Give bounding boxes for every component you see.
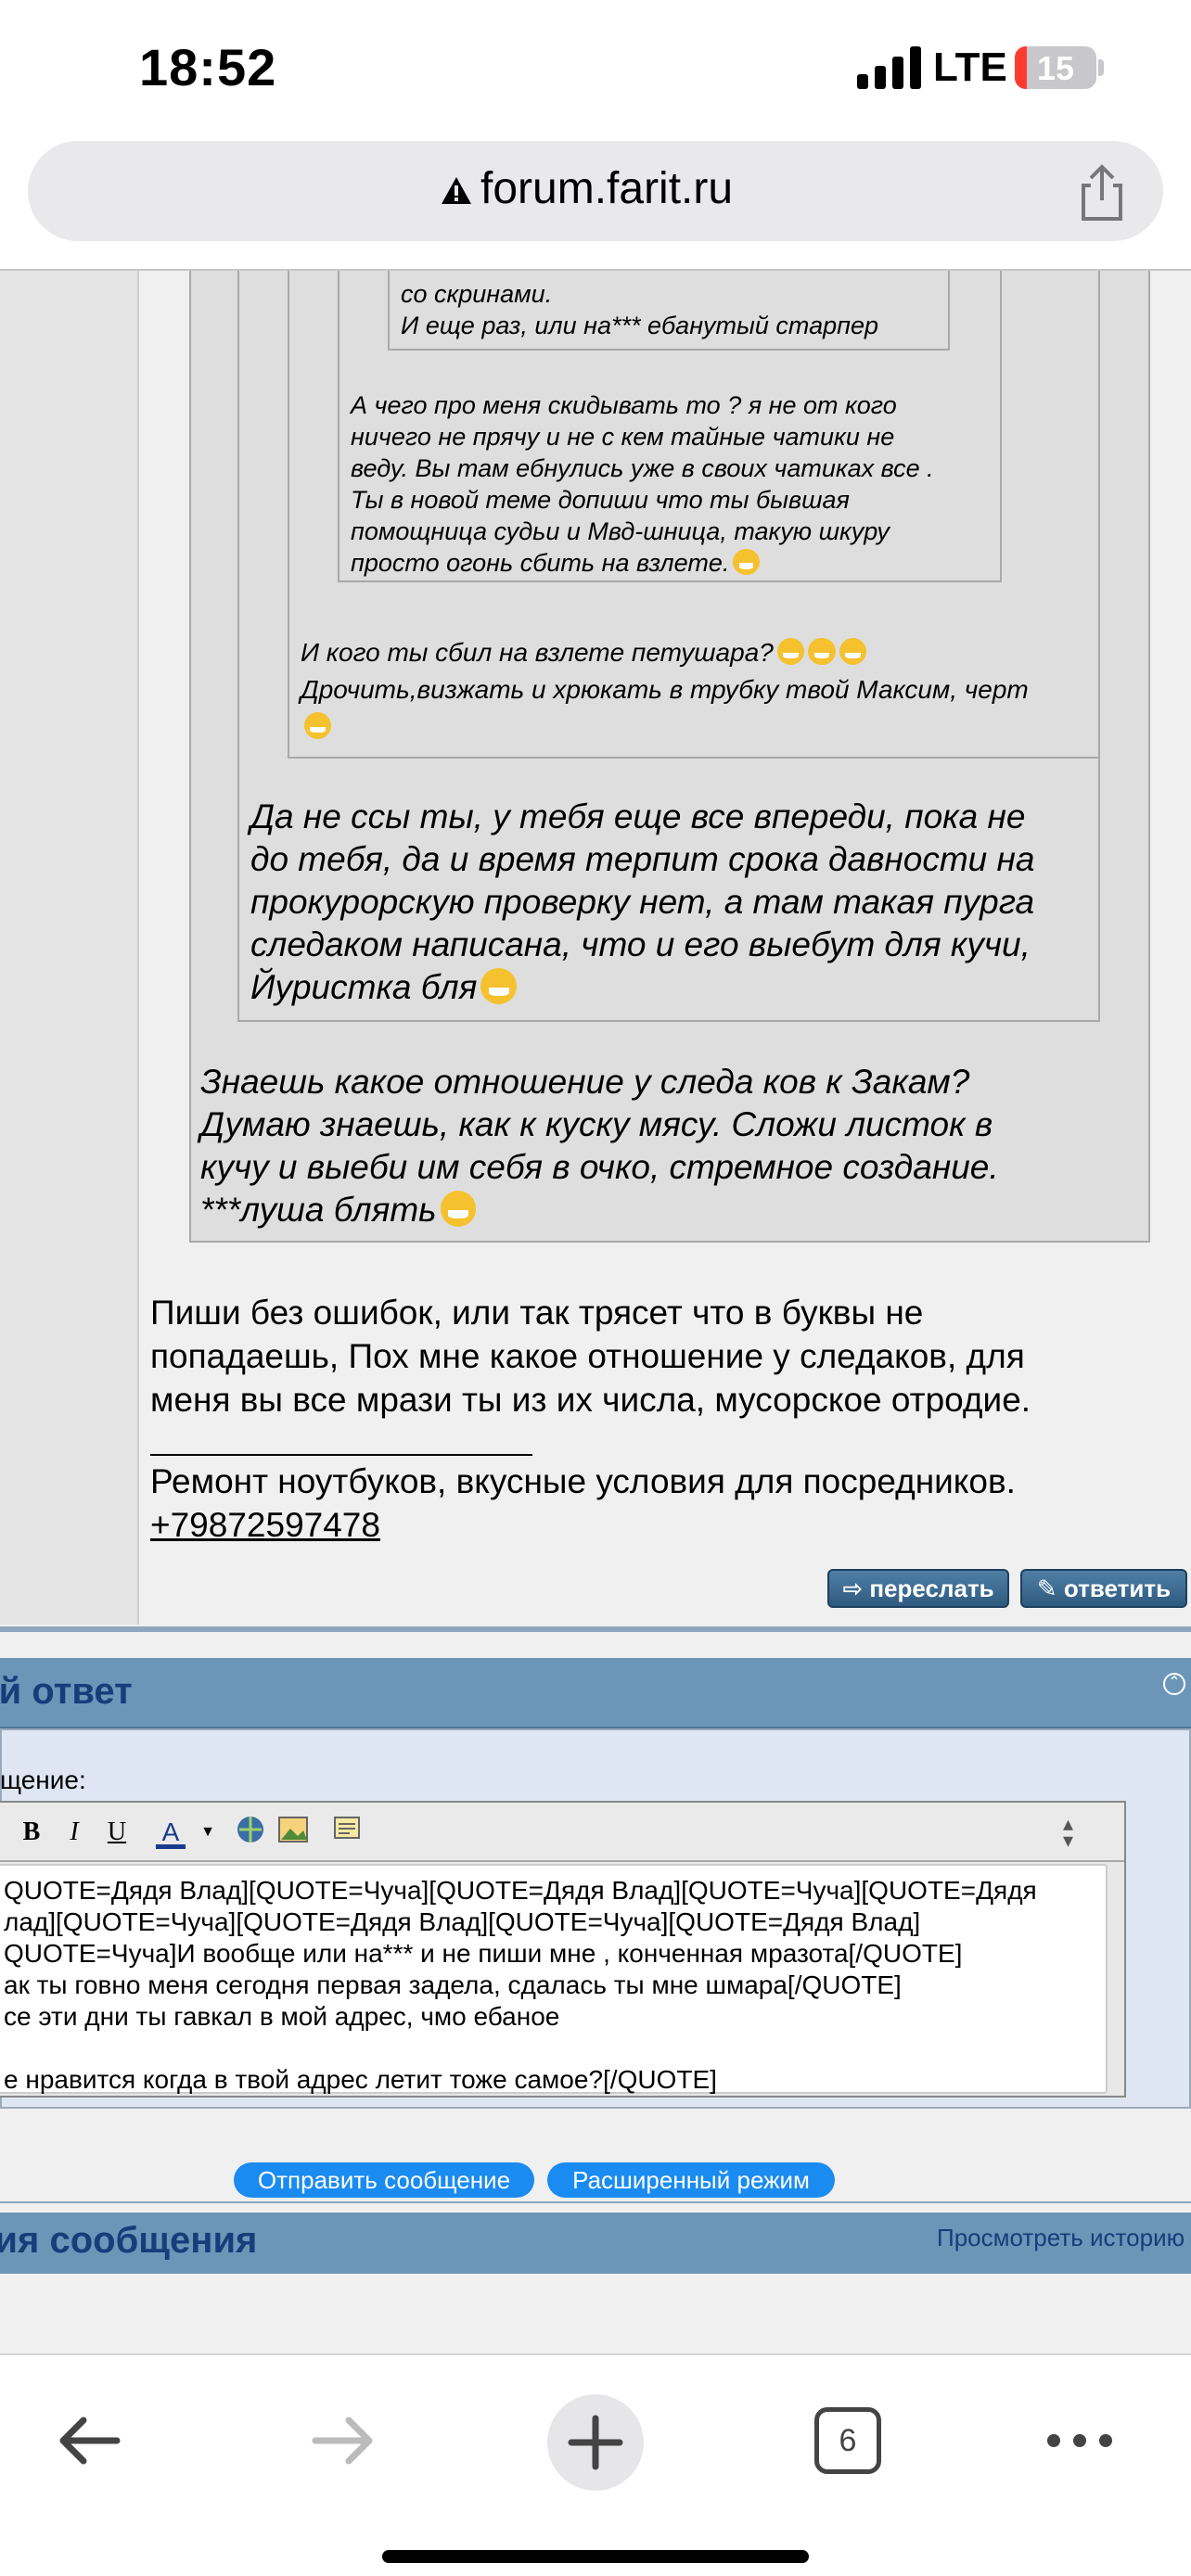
image-icon[interactable] <box>275 1814 312 1851</box>
forward-arrow-icon[interactable] <box>306 2404 380 2478</box>
network-label: LTE <box>933 45 1007 90</box>
battery-icon: 15 <box>1015 46 1096 89</box>
bold-icon[interactable]: B <box>13 1814 50 1851</box>
history-header: рия сообщения Просмотреть историю <box>0 2213 1191 2274</box>
message-textarea[interactable]: QUOTE=Дядя Влад][QUOTE=Чуча][QUOTE=Дядя … <box>0 1864 1108 2094</box>
address-bar[interactable]: forum.farit.ru <box>28 141 1163 241</box>
battery-nub <box>1098 59 1104 76</box>
section-divider <box>0 1626 1191 1632</box>
share-icon[interactable] <box>1070 161 1133 224</box>
quote-4-text: А чего про меня скидывать то ? я не от к… <box>351 391 934 577</box>
signature-divider <box>150 1454 532 1456</box>
url-text: forum.farit.ru <box>480 164 734 213</box>
signature-phone-link[interactable]: +79872597478 <box>150 1503 1016 1547</box>
history-title: рия сообщения <box>0 2220 258 2261</box>
status-time: 18:52 <box>139 38 277 96</box>
new-tab-button[interactable] <box>547 2394 644 2491</box>
post-author-column <box>0 271 139 1625</box>
send-message-button[interactable]: Отправить сообщение <box>234 2162 534 2198</box>
underline-icon[interactable]: U <box>98 1814 135 1851</box>
quick-reply-title: рый ответ <box>0 1671 133 1712</box>
italic-icon[interactable]: I <box>56 1814 93 1851</box>
grin-emoji-icon <box>733 548 760 576</box>
post-body: Пиши без ошибок, или так трясет что в бу… <box>150 1294 1031 1419</box>
battery-percent: 15 <box>1036 49 1075 87</box>
message-label: щение: <box>0 1766 86 1794</box>
status-bar: 18:52 LTE 15 <box>0 0 1191 139</box>
warning-icon <box>442 177 471 204</box>
more-icon[interactable] <box>1044 2428 1115 2454</box>
tabs-count: 6 <box>839 2423 857 2458</box>
forward-button[interactable]: ⇨ переслать <box>827 1569 1009 1608</box>
smile-emoji-icon <box>440 1190 477 1227</box>
collapse-icon[interactable]: ⌃ <box>1163 1673 1185 1695</box>
forward-icon: ⇨ <box>842 1575 870 1602</box>
advanced-mode-button[interactable]: Расширенный режим <box>547 2162 835 2198</box>
grin-emoji-icon <box>480 967 518 1004</box>
resize-icon[interactable]: ▴ ▾ <box>1063 1814 1073 1851</box>
quote-3-text: И кого ты сбил на взлете петушара? Дрочи… <box>301 634 1029 746</box>
quote-5-text: со скринами. И еще раз, или на*** ебанут… <box>401 280 879 339</box>
quote-icon[interactable] <box>328 1814 365 1851</box>
smile-emoji-icon <box>776 637 805 666</box>
smile-emoji-icon <box>808 637 836 666</box>
reply-button[interactable]: ✎ ответить <box>1020 1569 1187 1608</box>
tabs-button[interactable]: 6 <box>814 2407 881 2474</box>
smile-emoji-icon <box>304 711 332 740</box>
reply-icon: ✎ <box>1036 1575 1064 1602</box>
signal-icon <box>857 46 921 89</box>
quote-2-text: Да не ссы ты, у тебя еще все впереди, по… <box>250 797 1035 1006</box>
smile-emoji-icon <box>839 637 867 666</box>
view-history-link[interactable]: Просмотреть историю <box>937 2224 1185 2252</box>
quick-reply-header: рый ответ ⌃ <box>0 1658 1191 1728</box>
color-dropdown-icon[interactable]: ▼ <box>189 1814 226 1851</box>
plus-icon <box>568 2415 623 2470</box>
editor-toolbar: B I U A ▼ ▴ ▾ <box>0 1803 1124 1862</box>
text-color-icon[interactable]: A <box>152 1814 189 1851</box>
back-arrow-icon[interactable] <box>52 2404 126 2478</box>
link-icon[interactable] <box>232 1814 269 1851</box>
section-divider <box>0 2201 1191 2203</box>
post-signature: Ремонт ноутбуков, вкусные условия для по… <box>150 1460 1016 1547</box>
home-indicator <box>382 2550 809 2563</box>
quote-1-text: Знаешь какое отношение у следа ков к Зак… <box>200 1063 999 1229</box>
browser-bottom-bar: 6 <box>0 2353 1191 2576</box>
message-editor: B I U A ▼ ▴ ▾ QUOTE=Дядя Влад][QUOTE=Чуча… <box>0 1801 1126 2098</box>
forum-page: со скринами. И еще раз, или на*** ебанут… <box>0 271 1191 2357</box>
